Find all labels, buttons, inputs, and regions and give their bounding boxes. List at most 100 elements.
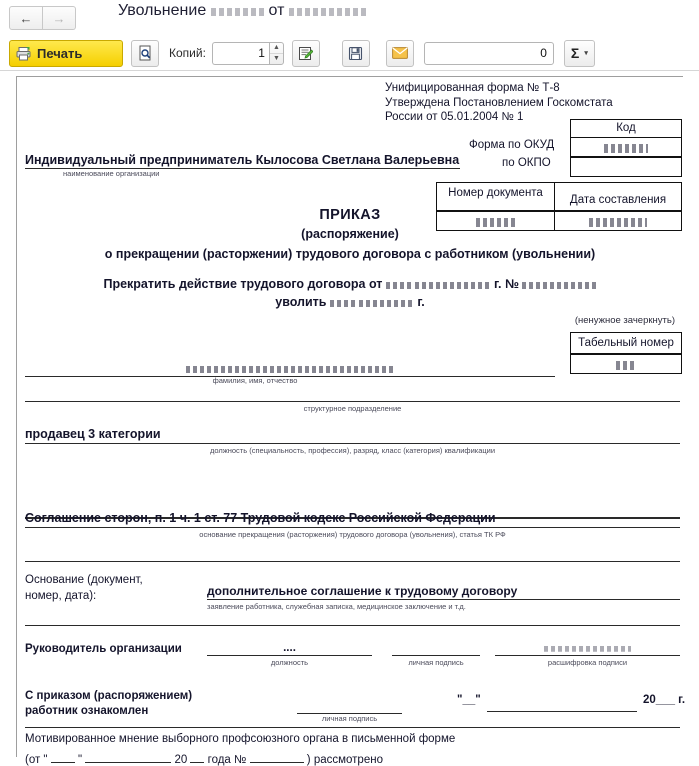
dismiss-date-line: уволить "07" мая 2025 г. bbox=[17, 295, 683, 309]
union-year-word: года bbox=[207, 754, 231, 766]
basis-caption: заявление работника, служебная записка, … bbox=[207, 602, 466, 611]
email-icon bbox=[392, 47, 408, 59]
document-sheet: Унифицированная форма № Т-8 Утверждена П… bbox=[16, 76, 686, 766]
basis-label-line-2: номер, дата): bbox=[25, 590, 97, 602]
form-meta-line-1: Унифицированная форма № Т-8 bbox=[385, 82, 560, 94]
chevron-down-icon: ▾ bbox=[584, 50, 588, 57]
edit-document-button[interactable] bbox=[291, 39, 320, 67]
subdivision-rule bbox=[25, 401, 680, 402]
union-month-blank bbox=[85, 751, 172, 763]
head-name-caption: расшифровка подписи bbox=[547, 658, 628, 667]
acknowledge-month-line bbox=[487, 698, 637, 712]
contract-number: КСВ0000002 bbox=[522, 277, 597, 291]
head-position-caption: должность bbox=[270, 658, 309, 667]
head-name-line: С. В. Кылосова bbox=[495, 642, 680, 656]
print-toolbar: Печать Копий: 1 ▲ ▼ 0 Σ ▾ bbox=[0, 36, 699, 71]
position-value: продавец 3 категории bbox=[25, 427, 161, 441]
spin-up-icon[interactable]: ▲ bbox=[269, 43, 283, 54]
doc-date-header-cell: Дата составления bbox=[555, 183, 681, 210]
union-opinion-line-2: (от " " 20 года № ) рассмотрено bbox=[25, 751, 383, 766]
grounds-caption: основание прекращения (расторжения) труд… bbox=[199, 530, 506, 539]
union-day-blank bbox=[50, 751, 75, 763]
window-title-prefix: Увольнение bbox=[118, 2, 207, 19]
okpo-label: по ОКПО bbox=[502, 157, 551, 169]
form-meta-block: Унифицированная форма № Т-8 Утверждена П… bbox=[385, 81, 613, 125]
grounds-rule bbox=[25, 527, 680, 528]
acknowledge-signature-line bbox=[297, 700, 402, 714]
forward-button[interactable]: → bbox=[43, 6, 76, 30]
save-button[interactable] bbox=[341, 39, 370, 67]
grounds-bottom-rule bbox=[25, 561, 680, 562]
union-number-blank bbox=[249, 751, 304, 763]
employee-name: С.Эрлыковой Елены Анатольевны bbox=[185, 361, 395, 375]
head-position-line: .... bbox=[207, 642, 372, 656]
head-signature-caption: личная подпись bbox=[408, 658, 464, 667]
contract-day: "01" bbox=[385, 277, 412, 291]
strike-out-note: (ненужное зачеркнуть) bbox=[574, 315, 675, 326]
sum-menu-button[interactable]: Σ ▾ bbox=[563, 39, 595, 67]
union-quote-close: " bbox=[77, 754, 83, 766]
employee-name-row: С.Эрлыковой Елены Анатольевны bbox=[25, 361, 555, 377]
copies-input[interactable]: 1 bbox=[211, 41, 269, 65]
page-title: ПРИКАЗ bbox=[319, 207, 381, 223]
page-subtitle-1: (распоряжение) bbox=[301, 227, 399, 241]
form-meta-line-2: Утверждена Постановлением Госкомстата bbox=[385, 96, 613, 109]
window-header: ← → Увольнение 070505 от 07.05.2025 bbox=[0, 0, 699, 36]
okud-value-cell: 0301006 bbox=[571, 138, 681, 158]
window-title-number: 070505 bbox=[210, 2, 265, 19]
union-opinion-line-1: Мотивированное мнение выборного профсоюз… bbox=[25, 733, 456, 745]
window-title-date: 07.05.2025 bbox=[288, 2, 369, 19]
head-signature-line bbox=[392, 642, 480, 656]
head-of-organization-label: Руководитель организации bbox=[25, 643, 182, 655]
print-button[interactable]: Печать bbox=[9, 39, 123, 67]
union-number-label: № bbox=[234, 754, 247, 766]
union-year-prefix: 20 bbox=[174, 754, 188, 766]
doc-number-header-cell: Номер документа bbox=[437, 183, 555, 210]
tabel-number-table: Табельный номер 221 bbox=[570, 332, 682, 374]
arrow-right-icon: → bbox=[52, 10, 66, 26]
save-icon bbox=[348, 46, 363, 61]
union-from-label: (от " bbox=[25, 754, 48, 766]
okpo-value-cell bbox=[571, 158, 681, 176]
window-title: Увольнение 070505 от 07.05.2025 bbox=[118, 2, 369, 20]
acknowledge-year: 20___ г. bbox=[643, 694, 686, 706]
acknowledge-label-line-1: С приказом (распоряжением) bbox=[25, 690, 193, 702]
print-button-label: Печать bbox=[37, 45, 83, 61]
employee-name-caption: фамилия, имя, отчество bbox=[212, 376, 298, 385]
basis-value: дополнительное соглашение к трудовому до… bbox=[207, 584, 680, 600]
back-button[interactable]: ← bbox=[9, 6, 43, 30]
subdivision-caption: структурное подразделение bbox=[303, 404, 402, 413]
acknowledge-bottom-rule bbox=[25, 727, 680, 728]
print-preview-button[interactable] bbox=[131, 39, 159, 67]
acknowledge-signature-caption: личная подпись bbox=[321, 714, 378, 723]
dismiss-date: мая 2025 bbox=[359, 295, 414, 309]
preview-icon bbox=[138, 45, 153, 61]
position-rule bbox=[25, 443, 680, 444]
copies-spin-arrows[interactable]: ▲ ▼ bbox=[268, 41, 284, 65]
doc-number-header: Номер документа bbox=[448, 187, 543, 199]
tabel-number-header: Табельный номер bbox=[571, 333, 681, 355]
dismiss-day: "07" bbox=[329, 295, 356, 309]
window-title-mid: от bbox=[268, 2, 285, 19]
position-caption: должность (специальность, профессия), ра… bbox=[209, 446, 496, 455]
acknowledge-label-line-2: работник ознакомлен bbox=[25, 705, 149, 717]
code-table-header: Код bbox=[571, 120, 681, 138]
spin-down-icon[interactable]: ▼ bbox=[270, 54, 283, 64]
organization-caption: наименование организации bbox=[63, 169, 160, 178]
send-email-button[interactable] bbox=[385, 39, 414, 67]
doc-date-header: Дата составления bbox=[569, 194, 667, 206]
grounds-value: Соглашение сторон, п. 1 ч. 1 ст. 77 Труд… bbox=[25, 511, 496, 525]
acknowledge-date-quote: "__" bbox=[457, 694, 481, 706]
sigma-icon: Σ bbox=[570, 45, 580, 61]
edit-document-icon bbox=[298, 46, 314, 61]
basis-label-line-1: Основание (документ, bbox=[25, 574, 143, 586]
okud-label: Форма по ОКУД bbox=[469, 139, 555, 151]
sum-field[interactable]: 0 bbox=[423, 41, 554, 65]
code-table: Код 0301006 bbox=[570, 119, 682, 177]
terminate-prefix: Прекратить действие трудового договора о… bbox=[103, 277, 383, 291]
printer-icon bbox=[16, 46, 32, 61]
arrow-left-icon: ← bbox=[19, 10, 33, 26]
dismiss-year-mark: г. bbox=[417, 295, 425, 309]
contract-year-mark: г. bbox=[494, 277, 502, 291]
copies-stepper[interactable]: 1 ▲ ▼ bbox=[211, 41, 284, 65]
